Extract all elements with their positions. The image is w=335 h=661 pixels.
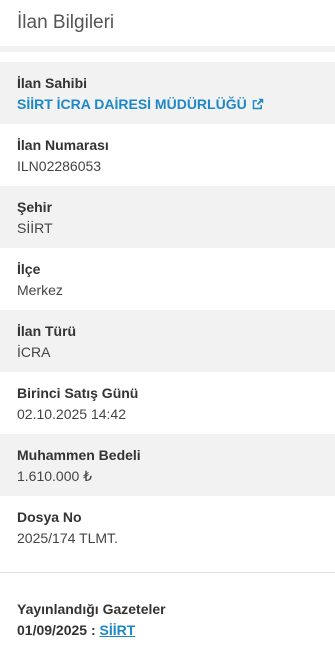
city-label: Şehir [17,199,53,215]
info-row-type: İlan Türü İCRA [0,310,335,372]
gazette-entry: 01/09/2025 : SİİRT [17,621,318,639]
ad-info-panel: İlan Bilgileri İlan Sahibi SİİRT İCRA DA… [0,0,335,661]
ad-info-list: İlan Sahibi SİİRT İCRA DAİRESİ MÜDÜRLÜĞÜ… [0,52,335,558]
external-link-icon [252,98,263,110]
estimated-value-value: 1.610.000 ₺ [17,468,93,484]
file-no-label: Dosya No [17,509,82,525]
gazettes-title: Yayınlandığı Gazeteler [17,601,166,617]
gazette-date: 01/09/2025 : [17,622,96,638]
gazette-link[interactable]: SİİRT [100,622,136,638]
district-value: Merkez [17,282,63,298]
info-row-owner: İlan Sahibi SİİRT İCRA DAİRESİ MÜDÜRLÜĞÜ [0,62,335,124]
info-row-district: İlçe Merkez [0,248,335,310]
type-label: İlan Türü [17,323,77,339]
owner-link-text: SİİRT İCRA DAİRESİ MÜDÜRLÜĞÜ [17,96,247,112]
info-row-number: İlan Numarası ILN02286053 [0,124,335,186]
info-row-estimated-value: Muhammen Bedeli 1.610.000 ₺ [0,434,335,496]
gazettes-section: Yayınlandığı Gazeteler 01/09/2025 : SİİR… [0,573,335,639]
file-no-value: 2025/174 TLMT. [17,530,118,546]
type-value: İCRA [17,344,51,360]
owner-label: İlan Sahibi [17,75,88,91]
number-label: İlan Numarası [17,137,109,153]
info-row-first-sale: Birinci Satış Günü 02.10.2025 14:42 [0,372,335,434]
city-value: SİİRT [17,220,53,236]
info-row-city: Şehir SİİRT [0,186,335,248]
owner-link[interactable]: SİİRT İCRA DAİRESİ MÜDÜRLÜĞÜ [17,95,265,113]
district-label: İlçe [17,261,41,277]
panel-title: İlan Bilgileri [0,0,335,52]
info-row-file-no: Dosya No 2025/174 TLMT. [0,496,335,558]
first-sale-label: Birinci Satış Günü [17,385,139,401]
estimated-value-label: Muhammen Bedeli [17,447,141,463]
number-value: ILN02286053 [17,158,102,174]
first-sale-value: 02.10.2025 14:42 [17,406,126,422]
